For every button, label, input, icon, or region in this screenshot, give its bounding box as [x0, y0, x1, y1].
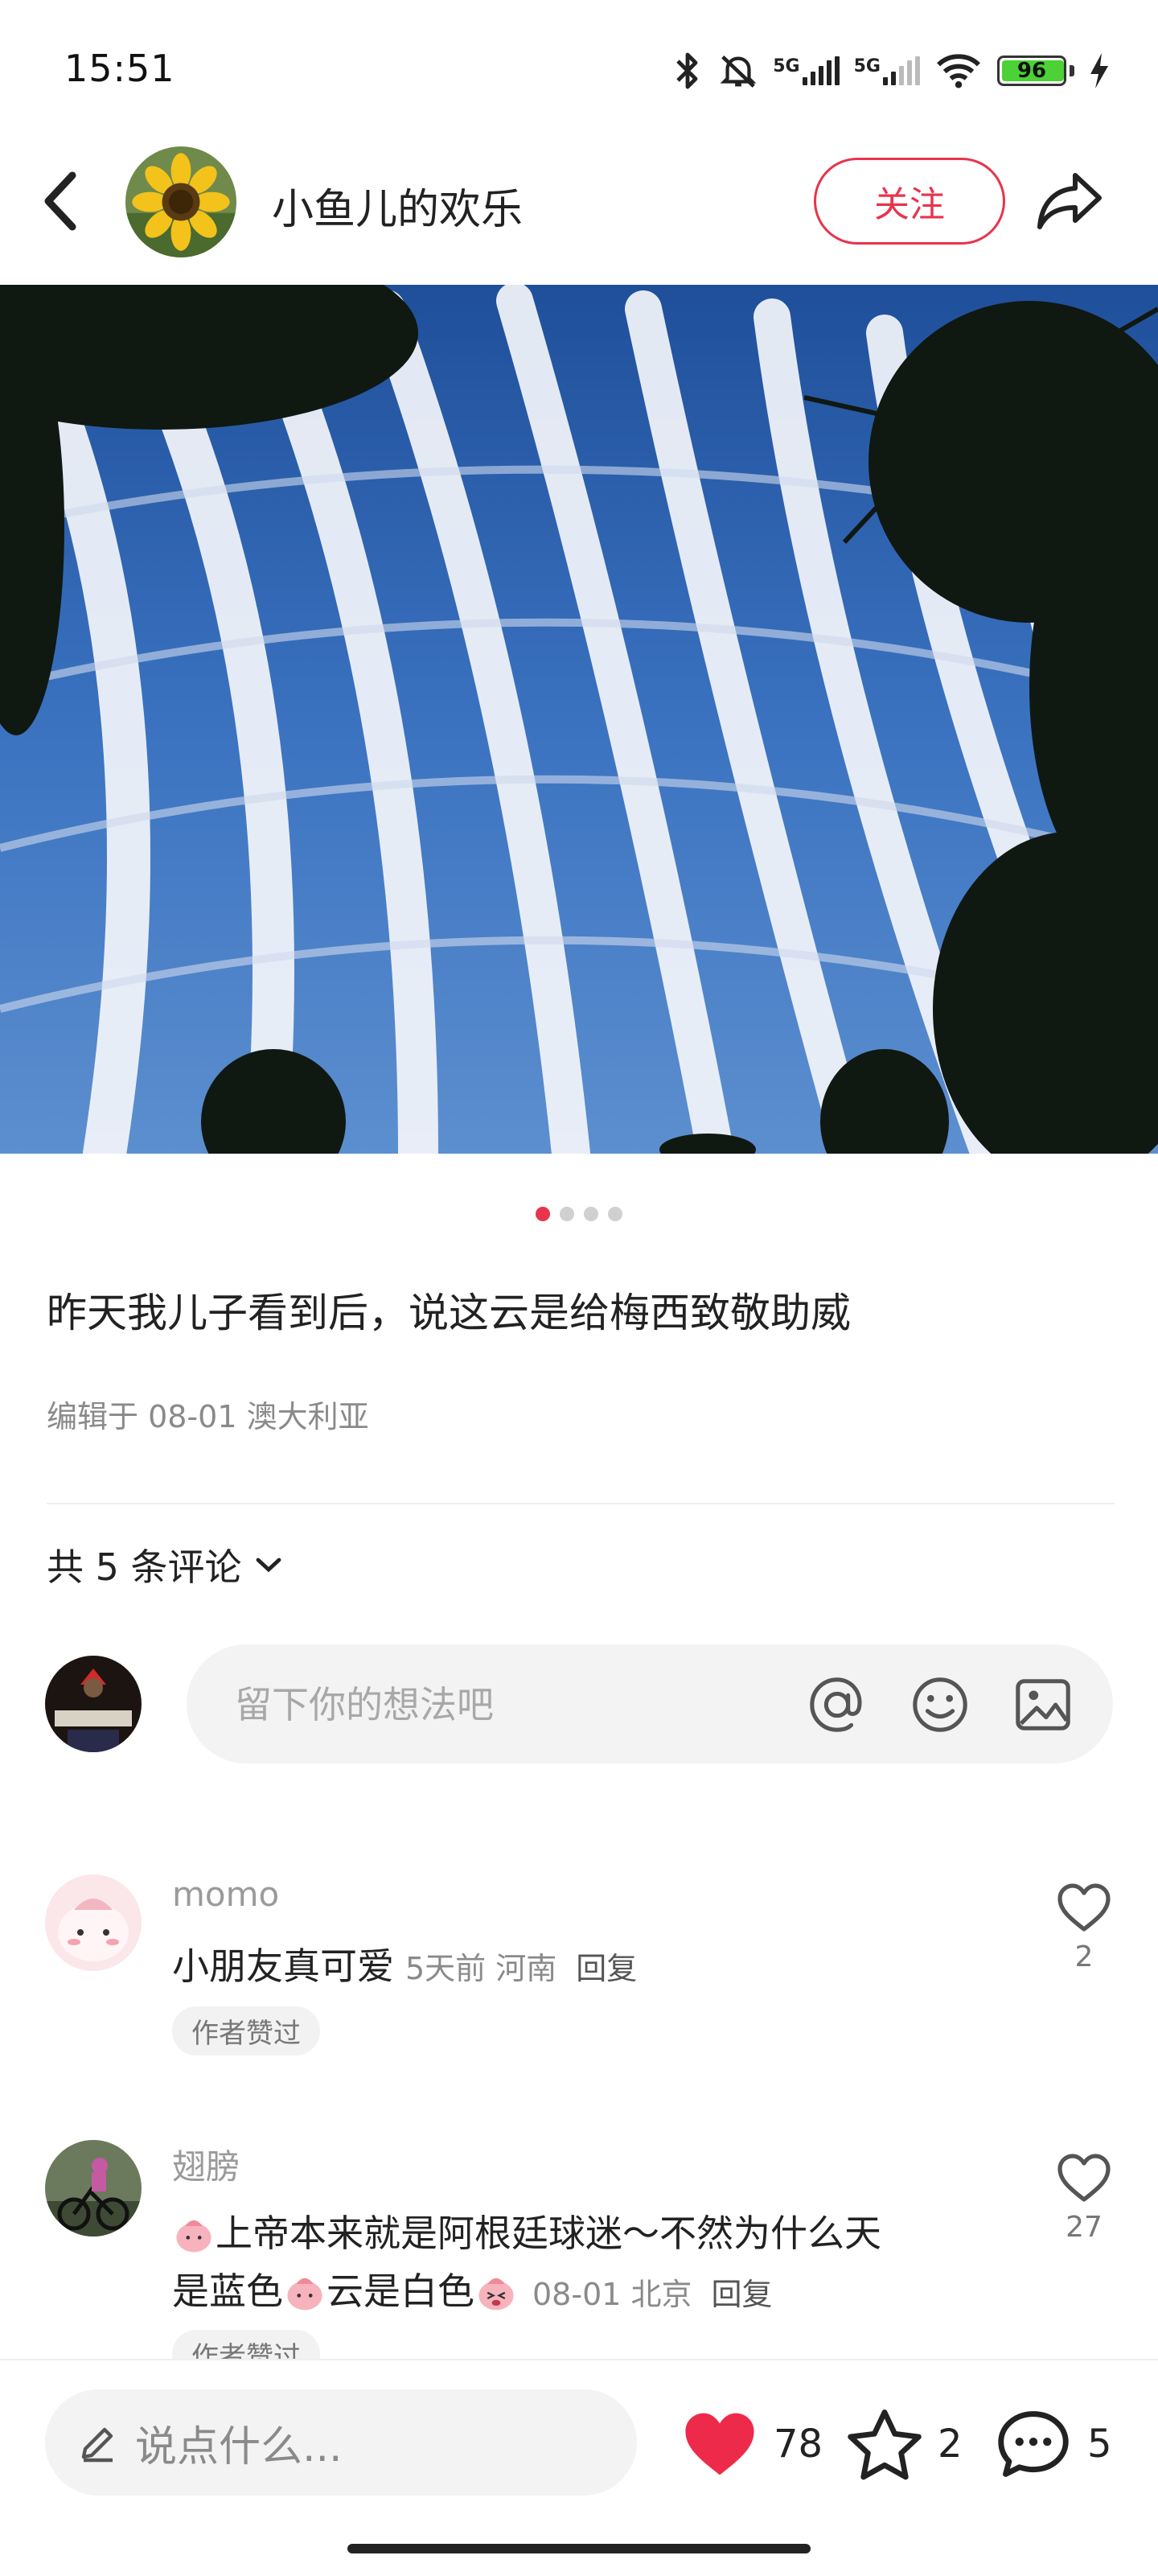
pink-bun-emoji-icon	[287, 2278, 322, 2311]
comment-avatar-chibang[interactable]	[45, 2140, 142, 2237]
author-name[interactable]: 小鱼儿的欢乐	[272, 175, 523, 236]
comment-button[interactable]: 5	[994, 2405, 1112, 2483]
laughing-bun-emoji-icon	[478, 2278, 514, 2311]
user-avatar-image	[45, 1656, 142, 1752]
comment-input-box[interactable]	[187, 1644, 1113, 1765]
back-arrow-icon	[44, 171, 76, 231]
star-outline-icon	[848, 2409, 922, 2480]
status-icons: 5G 5G 96	[671, 47, 1110, 95]
wifi-icon	[937, 54, 980, 88]
pink-bun-avatar-image	[45, 1874, 142, 1971]
network-2-label: 5G	[853, 56, 881, 76]
network-1-label: 5G	[773, 56, 800, 76]
home-indicator[interactable]	[347, 2544, 811, 2553]
image-button[interactable]	[1012, 1673, 1074, 1736]
charging-icon	[1090, 53, 1108, 88]
reply-button[interactable]: 回复	[576, 1944, 637, 1988]
comment-text: 小朋友真可爱	[172, 1944, 394, 1988]
heart-outline-icon	[1057, 2154, 1111, 2202]
comment-meta: 08-01 北京	[532, 2276, 692, 2312]
comment-username[interactable]: 翅膀	[172, 2140, 240, 2189]
author-avatar[interactable]	[125, 146, 236, 257]
comment-like-count: 2	[1074, 1940, 1094, 1973]
pink-bun-emoji-icon	[176, 2220, 211, 2253]
comment-count-dropdown[interactable]: 共 5 条评论	[47, 1538, 282, 1591]
comment-bubble-icon	[998, 2411, 1069, 2477]
comment-text-line-1: 上帝本来就是阿根廷球迷～不然为什么天	[172, 2204, 1008, 2262]
pencil-icon	[81, 2427, 113, 2463]
share-button[interactable]	[1029, 161, 1110, 241]
comment-body: 小朋友真可爱 5天前 河南 回复	[172, 1937, 637, 1995]
comment-input[interactable]	[233, 1644, 719, 1765]
carousel-dot-3[interactable]	[584, 1207, 598, 1221]
reply-button[interactable]: 回复	[712, 2269, 773, 2314]
comment-meta: 5天前 河南	[405, 1951, 557, 1986]
like-count: 78	[774, 2422, 823, 2467]
status-time: 15:51	[64, 47, 175, 90]
mention-button[interactable]	[806, 1673, 868, 1736]
cloud-sky-photo	[0, 285, 1158, 1154]
say-something-input[interactable]: 说点什么...	[45, 2389, 637, 2496]
comment-avatar-momo[interactable]	[45, 1874, 142, 1971]
battery-cap	[1070, 65, 1074, 76]
battery-level: 96	[1016, 59, 1047, 83]
comment-like-count: 27	[1066, 2211, 1103, 2244]
post-caption: 昨天我儿子看到后，说这云是给梅西致敬助威	[47, 1290, 851, 1336]
sunflower-avatar-image	[125, 146, 236, 257]
follow-button[interactable]: 关注	[814, 158, 1005, 245]
comment-like-button[interactable]: 27	[1052, 2153, 1116, 2244]
image-carousel-dots	[0, 1207, 1158, 1221]
favorite-button[interactable]: 2	[846, 2405, 963, 2483]
cyclist-avatar-image	[45, 2140, 142, 2237]
emoji-button[interactable]	[909, 1673, 971, 1736]
comment-username[interactable]: momo	[172, 1874, 279, 1914]
author-liked-tag: 作者赞过	[172, 2006, 320, 2055]
like-button[interactable]: 78	[680, 2405, 823, 2483]
at-icon	[810, 1677, 862, 1732]
comment-count-label: 共 5 条评论	[47, 1545, 242, 1589]
battery-icon: 96	[997, 56, 1066, 86]
back-button[interactable]	[32, 165, 88, 237]
mute-bell-icon	[720, 56, 757, 88]
carousel-dot-1[interactable]	[536, 1207, 550, 1221]
say-something-placeholder: 说点什么...	[135, 2422, 343, 2471]
my-avatar[interactable]	[45, 1656, 142, 1752]
comment-text-part: 是蓝色	[172, 2269, 283, 2313]
post-image[interactable]	[0, 285, 1158, 1154]
heart-outline-icon	[1057, 1883, 1111, 1932]
favorite-count: 2	[938, 2422, 963, 2467]
post-meta: 编辑于 08-01 澳大利亚	[47, 1399, 369, 1434]
bluetooth-icon	[676, 52, 698, 89]
signal-2-icon: 5G	[854, 56, 920, 85]
carousel-dot-4[interactable]	[608, 1207, 622, 1221]
divider	[47, 1503, 1115, 1504]
signal-1-icon: 5G	[773, 56, 840, 85]
chevron-down-icon	[256, 1558, 281, 1573]
comment-text-line-2: 是蓝色 云是白色 08-01 北京 回复	[172, 2262, 1008, 2320]
comment-like-button[interactable]: 2	[1052, 1883, 1116, 1973]
image-icon	[1016, 1679, 1070, 1730]
carousel-dot-2[interactable]	[560, 1207, 574, 1221]
comment-text-part: 上帝本来就是阿根廷球迷～不然为什么天	[216, 2212, 881, 2255]
comment-total-count: 5	[1087, 2422, 1112, 2467]
share-icon	[1037, 173, 1102, 229]
comment-text-part: 云是白色	[326, 2269, 474, 2313]
smiley-icon	[913, 1677, 967, 1732]
heart-filled-icon	[685, 2413, 754, 2475]
comment-body: 上帝本来就是阿根廷球迷～不然为什么天 是蓝色 云是白色 08-01 北京 回复	[172, 2204, 1008, 2320]
